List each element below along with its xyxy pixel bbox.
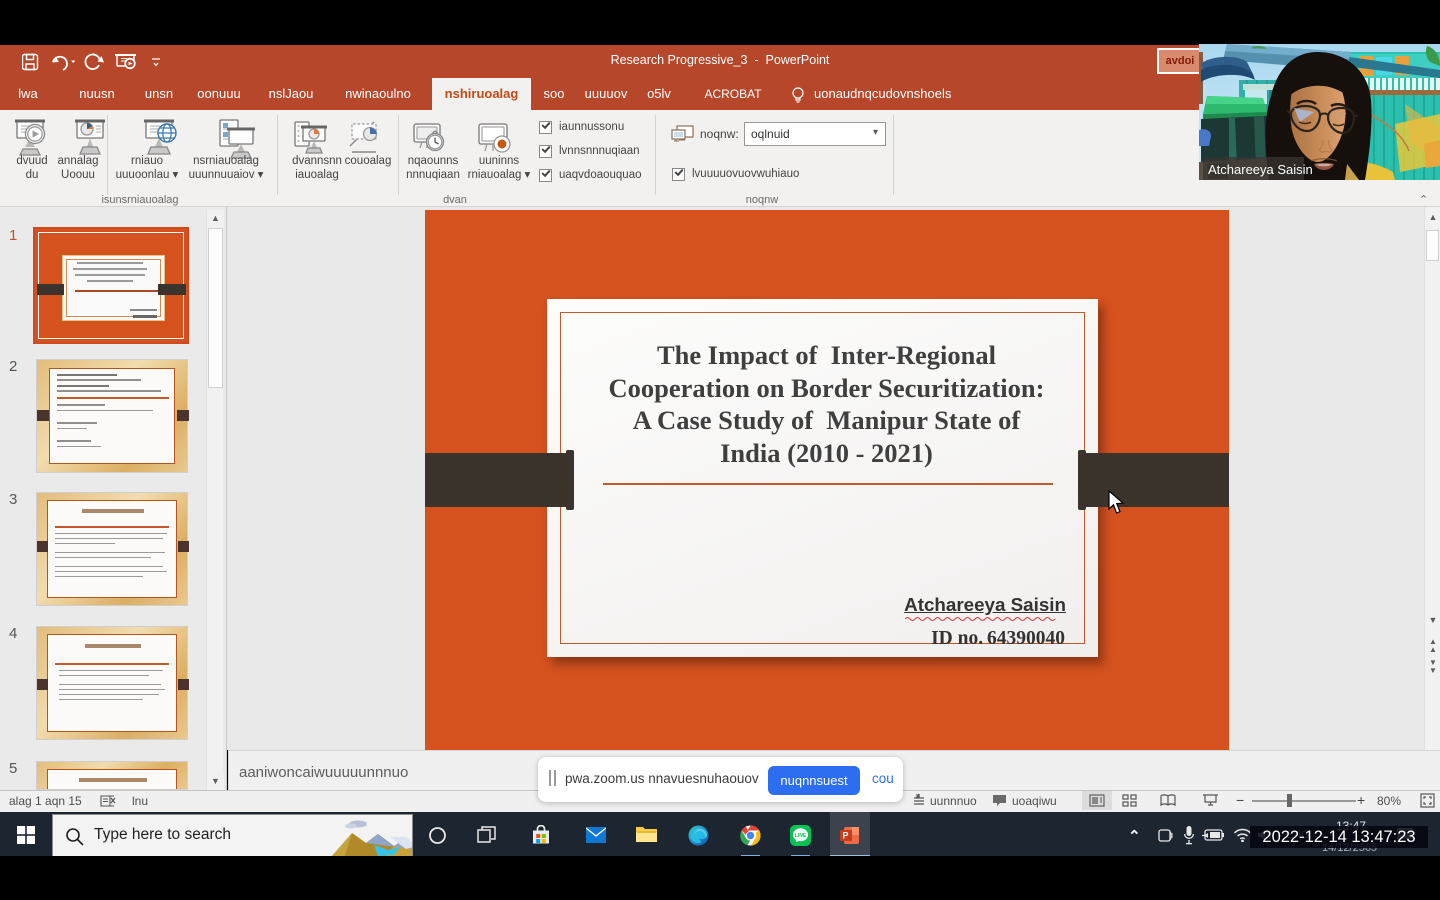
svg-text:LINE: LINE xyxy=(795,833,807,839)
svg-text:P: P xyxy=(843,831,849,841)
svg-text:Atchareeya Saisin: Atchareeya Saisin xyxy=(1208,162,1313,177)
